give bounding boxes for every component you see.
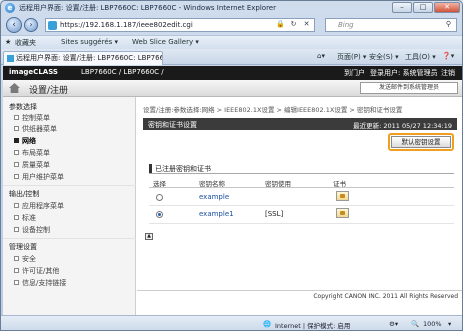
content-header-title: 密钥和证书设置 bbox=[148, 121, 197, 129]
brand-name: imageCLASS bbox=[9, 68, 58, 76]
sidebar-item-control-menu[interactable]: 控制菜单 bbox=[14, 113, 50, 123]
sidebar-item-application-menu[interactable]: 应用程序菜单 bbox=[14, 201, 64, 211]
sidebar-item-license-other[interactable]: 许可证/其他 bbox=[13, 266, 59, 276]
zoom-icon[interactable]: 🔍 bbox=[411, 320, 419, 328]
send-mail-admin-button[interactable]: 发送邮件到系统管理员 bbox=[360, 82, 458, 94]
minimize-button[interactable]: – bbox=[392, 2, 412, 13]
sub-header: 设置/注册 发送邮件到系统管理员 bbox=[3, 80, 462, 97]
section-marker bbox=[149, 164, 152, 173]
default-key-settings-button[interactable]: 默认密钥设置 bbox=[391, 136, 451, 148]
sidebar-item-user-maintenance-menu[interactable]: 用户维护菜单 bbox=[14, 172, 64, 182]
search-placeholder: Bing bbox=[338, 21, 354, 29]
key-name-link[interactable]: example1 bbox=[199, 210, 234, 218]
sidebar-item-network[interactable]: 网络 bbox=[14, 136, 36, 146]
app-top-bar: imageCLASS LBP7660C / LBP7660C / 到门户 登录用… bbox=[3, 66, 462, 80]
select-radio-example[interactable] bbox=[156, 194, 163, 201]
key-name-link[interactable]: example bbox=[199, 193, 229, 201]
sidebar-item-standard[interactable]: 标准 bbox=[14, 213, 36, 223]
close-button[interactable]: ✕ bbox=[434, 2, 460, 13]
home-icon[interactable] bbox=[9, 83, 20, 93]
select-radio-example1[interactable] bbox=[156, 211, 163, 218]
globe-icon: 🌐 bbox=[263, 320, 272, 328]
sidebar-item-quality-menu[interactable]: 质量菜单 bbox=[14, 160, 50, 170]
page-title: 设置/注册 bbox=[29, 86, 69, 96]
header-divider bbox=[149, 187, 454, 188]
tab-remote-ui[interactable]: 远程用户界面: 设置/注册: LBP7660C: LBP7660C bbox=[3, 51, 163, 65]
security-zone[interactable]: Internet | 保护模式: 启用 bbox=[275, 320, 350, 330]
tab-title: 远程用户界面: 设置/注册: LBP7660C: LBP7660C bbox=[16, 54, 163, 62]
row-divider bbox=[149, 223, 454, 224]
sidebar-item-device-control[interactable]: 设备控制 bbox=[14, 225, 50, 235]
ie-logo-icon: e bbox=[5, 3, 15, 13]
sidebar-section-preferences[interactable]: 参数选择 bbox=[9, 102, 37, 112]
stop-icon[interactable]: ✕ bbox=[301, 19, 312, 30]
search-input[interactable]: Bing bbox=[325, 18, 457, 32]
search-icon[interactable]: ⚲ bbox=[443, 19, 454, 30]
favorites-add-icon[interactable]: ⚙▾ bbox=[389, 320, 398, 328]
sidebar-item-paper-source-menu[interactable]: 供纸器菜单 bbox=[14, 124, 57, 134]
web-page: imageCLASS LBP7660C / LBP7660C / 到门户 登录用… bbox=[3, 66, 462, 315]
fav-link-web-slice-gallery[interactable]: Web Slice Gallery ▾ bbox=[132, 38, 199, 46]
page-menu[interactable]: 页面(P) ▾ bbox=[337, 52, 366, 62]
lock-icon[interactable]: 🔒 bbox=[275, 19, 286, 30]
window-title: 远程用户界面: 设置/注册: LBP7660C: LBP7660C - Wind… bbox=[19, 4, 276, 12]
certificate-icon[interactable] bbox=[336, 191, 349, 201]
section-title: 已注册密钥和证书 bbox=[155, 165, 211, 173]
certificate-icon[interactable] bbox=[336, 208, 349, 218]
printer-model: LBP7660C / LBP7660C / bbox=[81, 68, 164, 76]
sidebar-divider bbox=[3, 185, 136, 186]
fav-link-suggested-sites[interactable]: Sites suggérés ▾ bbox=[61, 38, 118, 46]
section-heading: 已注册密钥和证书 bbox=[149, 163, 454, 174]
tools-menu[interactable]: 工具(O) ▾ bbox=[405, 52, 436, 62]
favorites-bar: ★ 收藏夹 Sites suggérés ▾ Web Slice Gallery… bbox=[1, 35, 462, 49]
sidebar-divider bbox=[3, 238, 136, 239]
zoom-level[interactable]: 100% bbox=[423, 320, 442, 328]
sidebar-section-output-control[interactable]: 输出/控制 bbox=[9, 189, 39, 199]
refresh-icon[interactable]: ↻ bbox=[288, 19, 299, 30]
portal-link[interactable]: 到门户 bbox=[344, 68, 365, 78]
sidebar-item-security[interactable]: 安全 bbox=[14, 254, 36, 264]
favorites-label[interactable]: 收藏夹 bbox=[15, 38, 36, 48]
back-icon[interactable]: ‹ bbox=[6, 17, 22, 33]
login-user: 登录用户: 系统管理员 bbox=[370, 69, 438, 77]
sidebar-section-management[interactable]: 管理设置 bbox=[9, 242, 37, 252]
safety-menu[interactable]: 安全(S) ▾ bbox=[369, 52, 399, 62]
favorites-star-icon[interactable]: ★ bbox=[5, 38, 11, 46]
home-command-icon[interactable]: ⌂▾ bbox=[317, 52, 325, 60]
forward-icon[interactable]: › bbox=[24, 18, 38, 32]
content-header: 密钥和证书设置 最近更新: 2011 05/27 12:34:19 bbox=[143, 118, 457, 130]
help-menu[interactable]: ❓▾ bbox=[442, 52, 454, 60]
tab-row: 远程用户界面: 设置/注册: LBP7660C: LBP7660C ⌂▾ 页面(… bbox=[1, 49, 462, 65]
copyright: Copyright CANON INC. 2011 All Rights Res… bbox=[137, 290, 462, 302]
navigation-row: ‹ › https://192.168.1.187/ieee802edit.cg… bbox=[1, 15, 462, 35]
row-divider bbox=[149, 205, 454, 206]
maximize-button[interactable]: □ bbox=[413, 2, 433, 13]
title-bar: e 远程用户界面: 设置/注册: LBP7660C: LBP7660C - Wi… bbox=[1, 1, 462, 15]
address-text: https://192.168.1.187/ieee802edit.cgi bbox=[60, 21, 193, 29]
zoom-dropdown-icon[interactable]: ▾ bbox=[448, 320, 451, 328]
breadcrumb[interactable]: 设置/注册:参数选择:网络 > IEEE802.1X设置 > 编辑IEEE802… bbox=[143, 104, 402, 114]
logout-link[interactable]: 注销 bbox=[441, 68, 455, 78]
back-to-top-icon[interactable]: ▲ bbox=[145, 233, 153, 240]
key-usage: [SSL] bbox=[265, 210, 284, 218]
status-bar: 🌐 Internet | 保护模式: 启用 ⚙▾ 🔍 100% ▾ bbox=[1, 315, 462, 330]
last-update: 最近更新: 2011 05/27 12:34:19 bbox=[353, 122, 452, 130]
sidebar: 参数选择 控制菜单 供纸器菜单 网络 布局菜单 质量菜单 用户维护菜单 输出/控… bbox=[3, 97, 136, 315]
sidebar-item-info-support-links[interactable]: 信息/支持链接 bbox=[13, 278, 66, 288]
browser-window: e 远程用户界面: 设置/注册: LBP7660C: LBP7660C - Wi… bbox=[0, 0, 463, 331]
site-icon bbox=[48, 21, 57, 30]
tab-site-icon bbox=[7, 55, 14, 62]
sidebar-item-layout-menu[interactable]: 布局菜单 bbox=[14, 148, 50, 158]
